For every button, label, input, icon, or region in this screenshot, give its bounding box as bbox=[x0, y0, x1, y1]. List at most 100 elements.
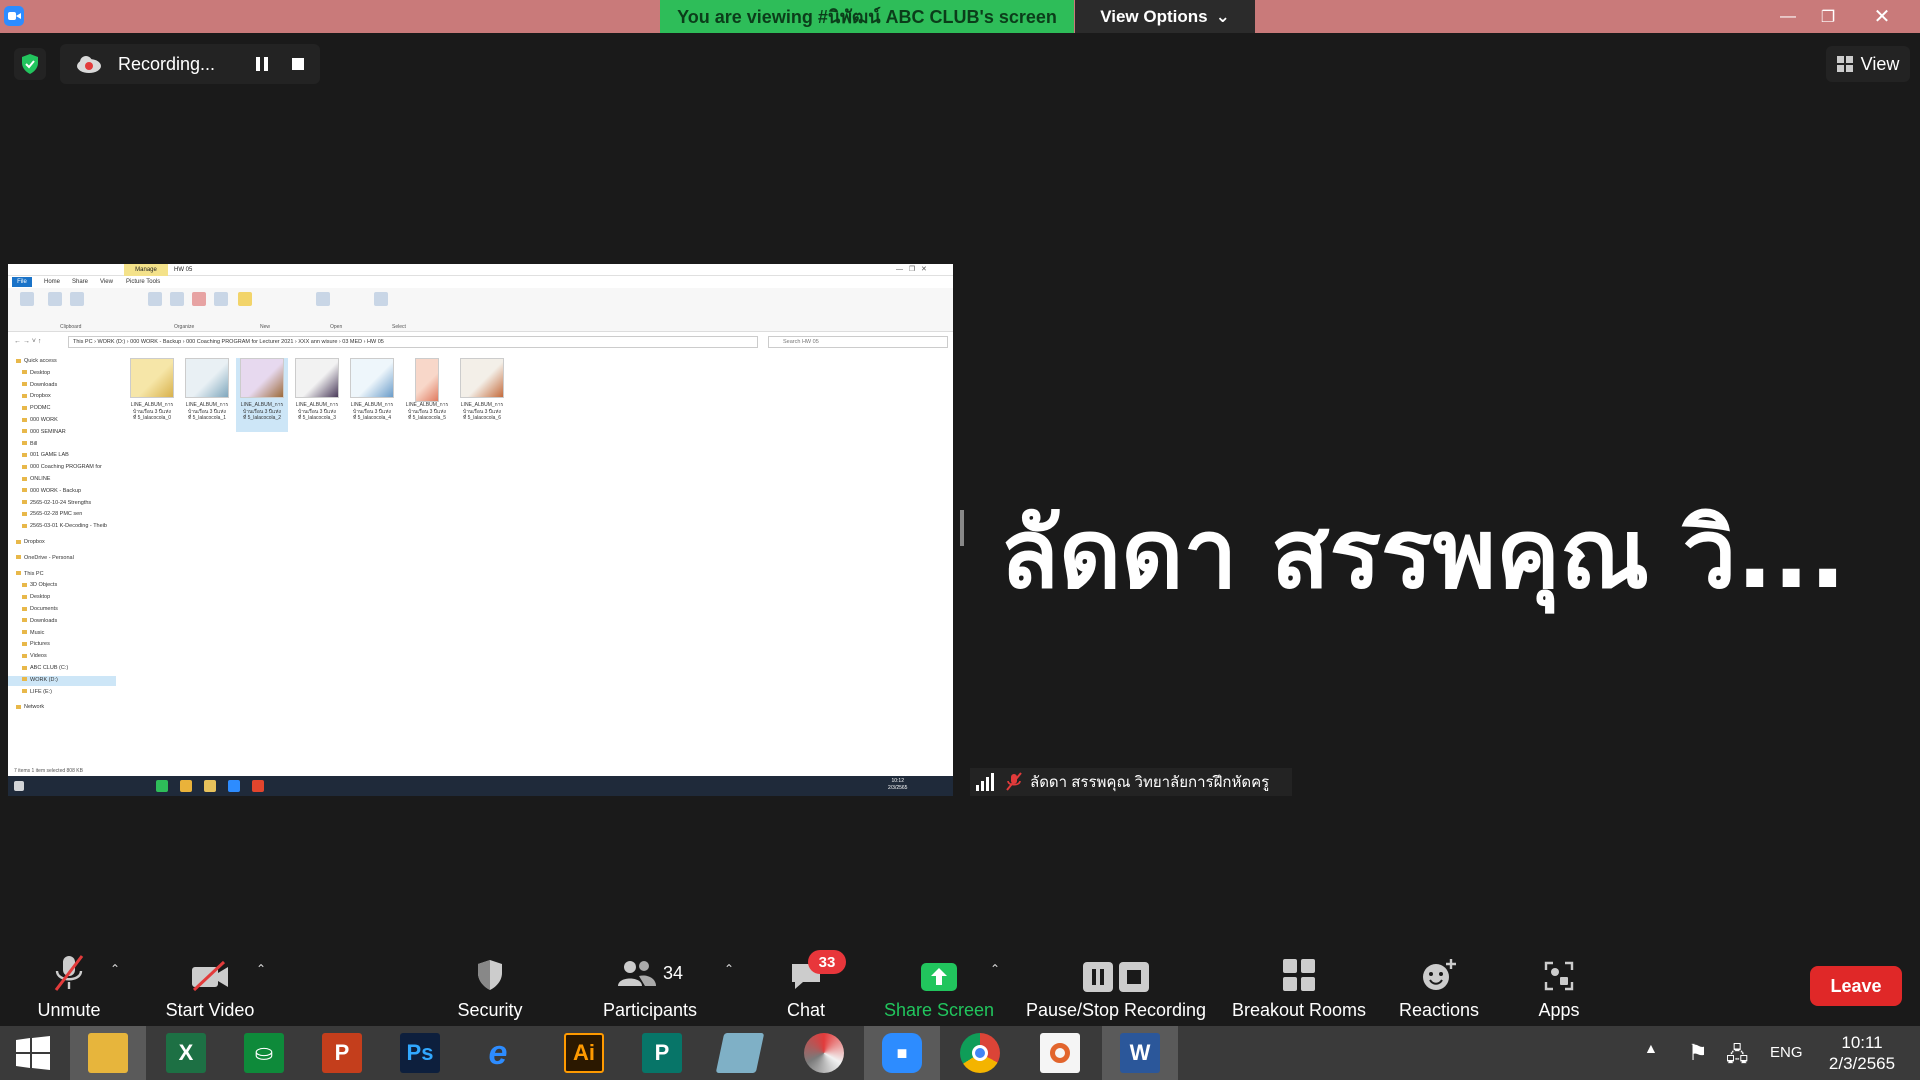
video-options-caret-icon[interactable]: ⌃ bbox=[256, 962, 266, 976]
system-clock[interactable]: 10:11 2/3/2565 bbox=[1812, 1032, 1912, 1074]
nav-item[interactable]: Network bbox=[16, 704, 44, 710]
leave-button[interactable]: Leave bbox=[1810, 966, 1902, 1006]
chat-unread-badge: 33 bbox=[808, 950, 846, 974]
start-video-button[interactable]: Start Video bbox=[160, 942, 260, 1026]
copy-to-icon bbox=[170, 292, 184, 306]
apps-button[interactable]: Apps bbox=[1532, 942, 1586, 1026]
security-label: Security bbox=[457, 1000, 523, 1020]
nav-item[interactable]: 000 WORK bbox=[22, 417, 58, 423]
zoom-icon: ■ bbox=[882, 1033, 922, 1073]
nav-item[interactable]: Downloads bbox=[22, 618, 57, 624]
nav-item[interactable]: Videos bbox=[22, 653, 47, 659]
security-button[interactable]: Security bbox=[448, 942, 532, 1026]
taskbar-file-explorer[interactable] bbox=[70, 1026, 146, 1080]
image-preview-icon bbox=[295, 358, 339, 398]
nav-item[interactable]: Desktop bbox=[22, 594, 50, 600]
move-to-icon bbox=[148, 292, 162, 306]
nav-item[interactable]: 000 Coaching PROGRAM for bbox=[22, 464, 102, 470]
nav-item[interactable]: Desktop bbox=[22, 370, 50, 376]
file-thumbnail[interactable]: LINE_ALBUM_การ บ้านเรือน 3 ปีแห่ง ที่ 5_la… bbox=[346, 358, 398, 432]
taskbar-chrome[interactable] bbox=[942, 1026, 1018, 1080]
nav-item[interactable]: Dropbox bbox=[22, 393, 51, 399]
taskbar-office[interactable] bbox=[1022, 1026, 1098, 1080]
breakout-rooms-button[interactable]: Breakout Rooms bbox=[1226, 942, 1372, 1026]
taskbar-zoom[interactable]: ■ bbox=[864, 1026, 940, 1080]
file-name: LINE_ALBUM_การ บ้านเรือน 3 ปีแห่ง ที่ 5_la… bbox=[181, 402, 233, 422]
share-screen-icon bbox=[921, 963, 957, 991]
nav-item[interactable]: Quick access bbox=[16, 358, 57, 364]
encryption-shield-icon[interactable] bbox=[14, 48, 46, 80]
taskbar-notes[interactable] bbox=[702, 1026, 778, 1080]
file-thumbnail[interactable]: LINE_ALBUM_การ บ้านเรือน 3 ปีแห่ง ที่ 5_la… bbox=[126, 358, 178, 432]
apps-icon bbox=[1544, 961, 1574, 991]
nav-item[interactable]: 3D Objects bbox=[22, 582, 57, 588]
nav-item[interactable]: ONLINE bbox=[22, 476, 50, 482]
nav-item[interactable]: Downloads bbox=[22, 382, 57, 388]
participants-options-caret-icon[interactable]: ⌃ bbox=[724, 962, 734, 976]
signal-strength-icon bbox=[976, 773, 994, 791]
reactions-button[interactable]: Reactions bbox=[1394, 942, 1484, 1026]
taskbar-publisher[interactable]: P bbox=[624, 1026, 700, 1080]
nav-item[interactable]: OneDrive - Personal bbox=[16, 555, 74, 561]
pause-recording-icon[interactable] bbox=[252, 54, 272, 74]
splitter-handle[interactable] bbox=[960, 510, 964, 546]
nav-item[interactable]: ABC CLUB (C:) bbox=[22, 665, 68, 671]
file-thumbnail[interactable]: LINE_ALBUM_การ บ้านเรือน 3 ปีแห่ง ที่ 5_la… bbox=[456, 358, 508, 432]
minimize-icon[interactable]: — bbox=[1768, 0, 1808, 33]
folder-icon bbox=[88, 1033, 128, 1073]
nav-item[interactable]: 2565-03-01 K-Decoding - Theib bbox=[22, 523, 107, 529]
view-options-button[interactable]: View Options ⌄ bbox=[1075, 0, 1255, 33]
nav-item[interactable]: Music bbox=[22, 630, 44, 636]
file-thumbnail[interactable]: LINE_ALBUM_การ บ้านเรือน 3 ปีแห่ง ที่ 5_la… bbox=[401, 358, 453, 432]
network-icon[interactable]: 🖧 bbox=[1726, 1040, 1748, 1074]
nav-item[interactable]: 000 SEMINAR bbox=[22, 429, 66, 435]
taskbar-store[interactable]: ⛀ bbox=[226, 1026, 302, 1080]
input-language[interactable]: ENG bbox=[1770, 1044, 1803, 1061]
view-layout-button[interactable]: View bbox=[1826, 46, 1910, 82]
view-options-label: View Options bbox=[1100, 6, 1208, 26]
nav-item[interactable]: 001 GAME LAB bbox=[22, 452, 69, 458]
restore-icon[interactable]: ❐ bbox=[1808, 0, 1848, 33]
rename-icon bbox=[214, 292, 228, 306]
publisher-icon: P bbox=[642, 1033, 682, 1073]
file-thumbnail[interactable]: LINE_ALBUM_การ บ้านเรือน 3 ปีแห่ง ที่ 5_la… bbox=[291, 358, 343, 432]
nav-item[interactable]: This PC bbox=[16, 571, 44, 577]
file-thumbnail[interactable]: LINE_ALBUM_การ บ้านเรือน 3 ปีแห่ง ที่ 5_la… bbox=[236, 358, 288, 432]
explorer-folder-title: HW 05 bbox=[174, 267, 193, 273]
windows-start-button[interactable] bbox=[0, 1026, 66, 1080]
nav-item[interactable]: 000 WORK - Backup bbox=[22, 488, 81, 494]
share-screen-button[interactable]: Share Screen bbox=[882, 942, 996, 1026]
tray-chevron-up-icon[interactable]: ▲ bbox=[1644, 1040, 1658, 1056]
ribbon-group-clipboard: Clipboard bbox=[60, 324, 82, 330]
shared-screen[interactable]: Manage HW 05 — ❐ ✕ File Home Share View … bbox=[8, 264, 953, 796]
file-name-line: LINE_ALBUM_การ bbox=[185, 402, 229, 408]
nav-item[interactable]: LIFE (E:) bbox=[22, 689, 52, 695]
taskbar-photoshop[interactable]: Ps bbox=[382, 1026, 458, 1080]
taskbar-internet-explorer[interactable]: e bbox=[460, 1026, 536, 1080]
nav-item[interactable]: Documents bbox=[22, 606, 58, 612]
taskbar-powerpoint[interactable]: P bbox=[304, 1026, 380, 1080]
file-name-line: ที่ 5_lalacocola_0 bbox=[132, 415, 172, 421]
file-thumbnail[interactable]: LINE_ALBUM_การ บ้านเรือน 3 ปีแห่ง ที่ 5_la… bbox=[181, 358, 233, 432]
unmute-button[interactable]: Unmute bbox=[28, 942, 110, 1026]
taskbar-illustrator[interactable]: Ai bbox=[546, 1026, 622, 1080]
taskbar-photoscape[interactable] bbox=[786, 1026, 862, 1080]
stop-recording-icon[interactable] bbox=[292, 58, 304, 70]
start-video-label: Start Video bbox=[165, 1000, 255, 1020]
nav-item[interactable]: Dropbox bbox=[16, 539, 45, 545]
file-name-line: ที่ 5_lalacocola_4 bbox=[352, 415, 392, 421]
nav-item[interactable]: PODMC bbox=[22, 405, 50, 411]
action-center-flag-icon[interactable]: ⚑ bbox=[1688, 1040, 1708, 1066]
nav-item[interactable]: WORK (D:) bbox=[22, 677, 58, 683]
nav-item[interactable]: 2565-02-10-24 Strengths bbox=[22, 500, 91, 506]
share-options-caret-icon[interactable]: ⌃ bbox=[990, 962, 1000, 976]
nav-item[interactable]: 2565-02-28 PMC sen bbox=[22, 511, 82, 517]
audio-options-caret-icon[interactable]: ⌃ bbox=[110, 962, 120, 976]
taskbar-word[interactable]: W bbox=[1102, 1026, 1178, 1080]
taskbar-excel[interactable]: X bbox=[148, 1026, 224, 1080]
pause-stop-recording-button[interactable]: Pause/Stop Recording bbox=[1024, 942, 1208, 1026]
nav-item[interactable]: Pictures bbox=[22, 641, 50, 647]
nav-item[interactable]: Bill bbox=[22, 441, 37, 447]
close-icon[interactable]: ✕ bbox=[1862, 0, 1902, 33]
participants-button[interactable]: 34 Participants bbox=[598, 942, 702, 1026]
